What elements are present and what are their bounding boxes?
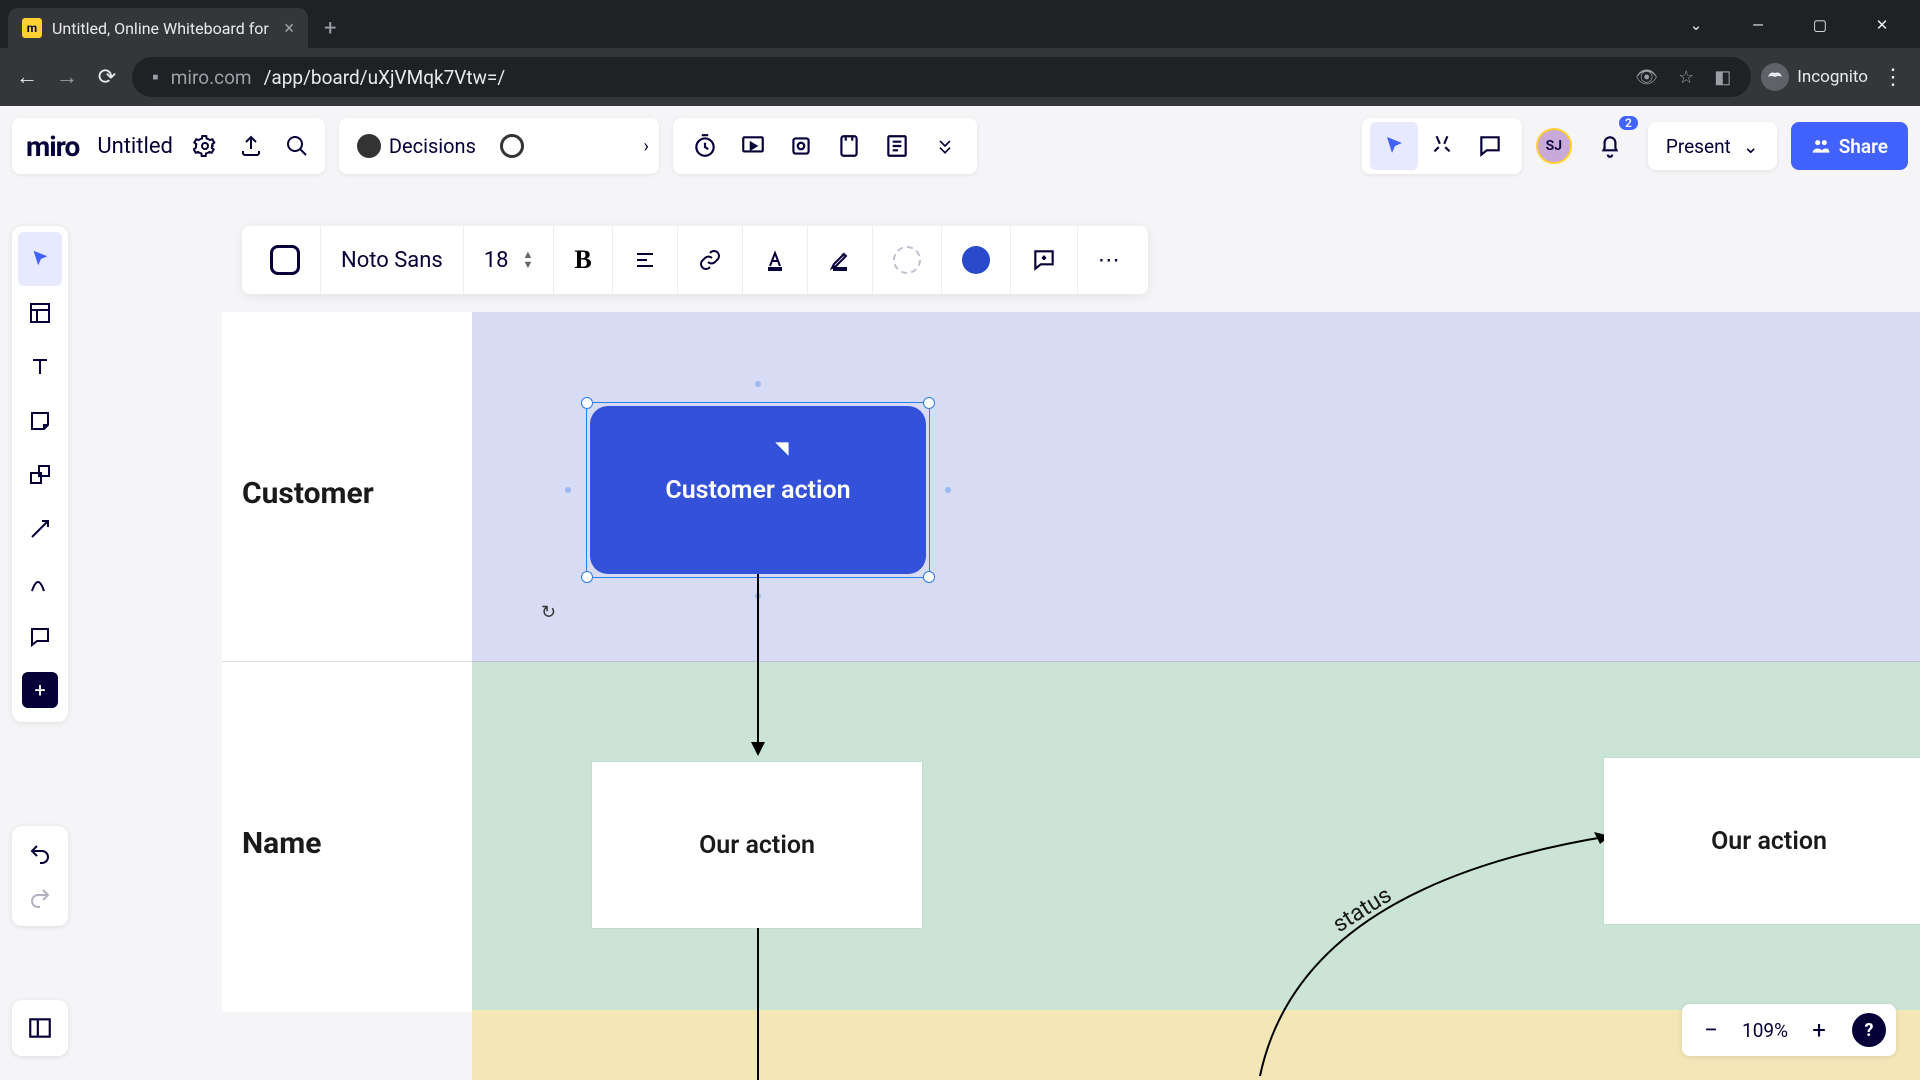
frame-next[interactable] bbox=[492, 118, 532, 174]
estimate-icon[interactable] bbox=[825, 122, 873, 170]
sticky-note-tool[interactable] bbox=[18, 394, 62, 448]
left-toolbar: + bbox=[12, 226, 68, 722]
address-bar[interactable]: ▪ miro.com/app/board/uXjVMqk7Vtw=/ 👁 ☆ ◧ bbox=[132, 57, 1751, 97]
back-button[interactable]: ← bbox=[12, 62, 42, 92]
search-icon[interactable] bbox=[283, 132, 311, 160]
align-button[interactable] bbox=[612, 226, 677, 294]
tabs-dropdown-icon[interactable]: ⌄ bbox=[1674, 10, 1718, 40]
board-name[interactable]: Untitled bbox=[97, 134, 173, 159]
more-apps-icon[interactable] bbox=[921, 122, 969, 170]
tab-title: Untitled, Online Whiteboard for bbox=[52, 19, 269, 38]
comment-tool[interactable] bbox=[18, 610, 62, 664]
templates-tool[interactable] bbox=[18, 286, 62, 340]
reload-button[interactable]: ⟳ bbox=[92, 62, 122, 92]
font-family-picker[interactable]: Noto Sans bbox=[320, 226, 463, 294]
share-button[interactable]: Share bbox=[1791, 122, 1908, 170]
incognito-icon bbox=[1761, 63, 1789, 91]
present-button[interactable]: Present ⌄ bbox=[1648, 122, 1777, 170]
miro-logo[interactable]: miro bbox=[26, 130, 79, 163]
bold-button[interactable]: B bbox=[553, 226, 611, 294]
fill-color-button[interactable] bbox=[872, 226, 941, 294]
bookmark-star-icon[interactable]: ☆ bbox=[1678, 67, 1694, 88]
font-size-picker[interactable]: 18▲▼ bbox=[463, 226, 554, 294]
node-customer-action[interactable]: Customer action ◥ bbox=[590, 406, 926, 574]
miro-favicon: m bbox=[22, 18, 42, 38]
connector-2[interactable] bbox=[757, 928, 759, 1080]
undo-button[interactable] bbox=[18, 832, 62, 876]
timer-icon[interactable] bbox=[681, 122, 729, 170]
frame-dot-icon bbox=[357, 134, 381, 158]
hide-panel-icon[interactable] bbox=[12, 1000, 68, 1056]
chevron-down-icon: ⌄ bbox=[1743, 135, 1759, 158]
lane-label-customer[interactable]: Customer bbox=[242, 476, 374, 511]
eye-off-icon[interactable]: 👁 bbox=[1635, 67, 1658, 88]
zoom-out-button[interactable]: − bbox=[1692, 1011, 1730, 1049]
redo-button[interactable] bbox=[18, 876, 62, 920]
new-tab-button[interactable]: + bbox=[308, 8, 352, 48]
maximize-window-icon[interactable]: ▢ bbox=[1798, 10, 1842, 40]
lock-icon: ▪ bbox=[152, 65, 159, 89]
reactions-icon[interactable] bbox=[1418, 122, 1466, 170]
url-host: miro.com bbox=[171, 66, 252, 89]
cursor-mode-icon[interactable] bbox=[1370, 122, 1418, 170]
user-avatar[interactable]: SJ bbox=[1536, 128, 1572, 164]
help-button[interactable]: ? bbox=[1852, 1013, 1886, 1047]
context-toolbar: Noto Sans 18▲▼ B ⋯ bbox=[242, 226, 1148, 294]
more-options-button[interactable]: ⋯ bbox=[1077, 226, 1140, 294]
lane-label-name[interactable]: Name bbox=[242, 826, 321, 861]
chevron-right-icon[interactable]: › bbox=[644, 136, 649, 157]
node-our-action-1[interactable]: Our action bbox=[592, 762, 922, 928]
export-icon[interactable] bbox=[237, 132, 265, 160]
notifications-icon[interactable]: 2 bbox=[1586, 122, 1634, 170]
extensions-icon[interactable]: ◧ bbox=[1714, 67, 1731, 88]
connector-1[interactable] bbox=[757, 574, 759, 746]
select-tool[interactable] bbox=[18, 232, 62, 286]
connector-curve[interactable] bbox=[1220, 826, 1660, 1080]
text-tool[interactable] bbox=[18, 340, 62, 394]
zoom-level[interactable]: 109% bbox=[1736, 1019, 1794, 1042]
voting-icon[interactable] bbox=[777, 122, 825, 170]
highlight-button[interactable] bbox=[807, 226, 872, 294]
cursor-icon: ◥ bbox=[776, 438, 788, 457]
lane-header-column bbox=[222, 312, 472, 1012]
text-color-button[interactable] bbox=[742, 226, 807, 294]
browser-tab[interactable]: m Untitled, Online Whiteboard for × bbox=[8, 8, 308, 48]
close-tab-icon[interactable]: × bbox=[284, 18, 294, 39]
zoom-in-button[interactable]: + bbox=[1800, 1011, 1838, 1049]
zoom-controls: − 109% + ? bbox=[1682, 1004, 1896, 1056]
presentation-icon[interactable] bbox=[729, 122, 777, 170]
node-our-action-2[interactable]: Our action bbox=[1604, 758, 1920, 924]
minimize-window-icon[interactable]: ― bbox=[1736, 10, 1780, 40]
border-color-button[interactable] bbox=[941, 226, 1010, 294]
notification-count: 2 bbox=[1619, 116, 1638, 130]
shape-type-picker[interactable] bbox=[250, 226, 320, 294]
pen-tool[interactable] bbox=[18, 556, 62, 610]
frame-label: Decisions bbox=[389, 134, 476, 158]
people-icon bbox=[1811, 136, 1831, 156]
url-path: /app/board/uXjVMqk7Vtw=/ bbox=[264, 66, 506, 89]
chrome-menu-icon[interactable]: ⋮ bbox=[1878, 62, 1908, 92]
incognito-label: Incognito bbox=[1797, 67, 1868, 87]
link-button[interactable] bbox=[677, 226, 742, 294]
note-icon[interactable] bbox=[873, 122, 921, 170]
add-comment-button[interactable] bbox=[1010, 226, 1077, 294]
frame-ring-icon bbox=[500, 134, 524, 158]
close-window-icon[interactable]: ✕ bbox=[1860, 10, 1904, 40]
add-more-tools[interactable]: + bbox=[22, 672, 58, 708]
comment-mode-icon[interactable] bbox=[1466, 122, 1514, 170]
settings-icon[interactable] bbox=[191, 132, 219, 160]
shape-tool[interactable] bbox=[18, 448, 62, 502]
incognito-badge[interactable]: Incognito bbox=[1761, 63, 1868, 91]
frame-decisions[interactable]: Decisions bbox=[349, 118, 484, 174]
forward-button[interactable]: → bbox=[52, 62, 82, 92]
connector-tool[interactable] bbox=[18, 502, 62, 556]
